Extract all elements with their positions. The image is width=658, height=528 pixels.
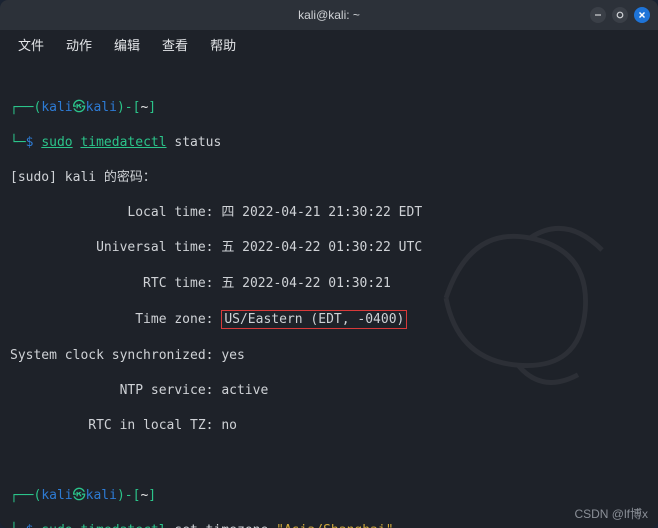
menu-action[interactable]: 动作 <box>56 31 102 58</box>
terminal-body[interactable]: ┌──(kali㉿kali)-[~] └─$ sudo timedatectl … <box>0 58 658 528</box>
maximize-button[interactable] <box>612 7 628 23</box>
window-controls <box>590 7 650 23</box>
menu-help[interactable]: 帮助 <box>200 31 246 58</box>
command-line-1: └─$ sudo timedatectl status <box>10 134 648 152</box>
output-ntp-1: NTP service: active <box>10 382 648 400</box>
command-line-2: └─$ sudo timedatectl set-timezone "Asia/… <box>10 522 648 528</box>
close-button[interactable] <box>634 7 650 23</box>
titlebar: kali@kali: ~ <box>0 0 658 30</box>
prompt-line-2: ┌──(kali㉿kali)-[~] <box>10 487 648 505</box>
output-rtc-time-1: RTC time: 五 2022-04-22 01:30:21 <box>10 275 648 293</box>
output-universal-time-1: Universal time: 五 2022-04-22 01:30:22 UT… <box>10 239 648 257</box>
menu-view[interactable]: 查看 <box>152 31 198 58</box>
watermark-text: CSDN @lf博x <box>574 505 648 522</box>
sudo-password-prompt: [sudo] kali 的密码： <box>10 169 648 187</box>
menubar: 文件 动作 编辑 查看 帮助 <box>0 30 658 58</box>
output-sync-1: System clock synchronized: yes <box>10 347 648 365</box>
timezone-highlight-1: US/Eastern (EDT, -0400) <box>221 310 407 330</box>
output-localtz-1: RTC in local TZ: no <box>10 417 648 435</box>
minimize-button[interactable] <box>590 7 606 23</box>
menu-edit[interactable]: 编辑 <box>104 31 150 58</box>
output-local-time-1: Local time: 四 2022-04-21 21:30:22 EDT <box>10 204 648 222</box>
prompt-line-1: ┌──(kali㉿kali)-[~] <box>10 99 648 117</box>
terminal-window: kali@kali: ~ 文件 动作 编辑 查看 帮助 ┌──(kali㉿kal… <box>0 0 658 528</box>
menu-file[interactable]: 文件 <box>8 31 54 58</box>
output-timezone-1: Time zone: US/Eastern (EDT, -0400) <box>10 310 648 330</box>
window-title: kali@kali: ~ <box>298 8 360 22</box>
